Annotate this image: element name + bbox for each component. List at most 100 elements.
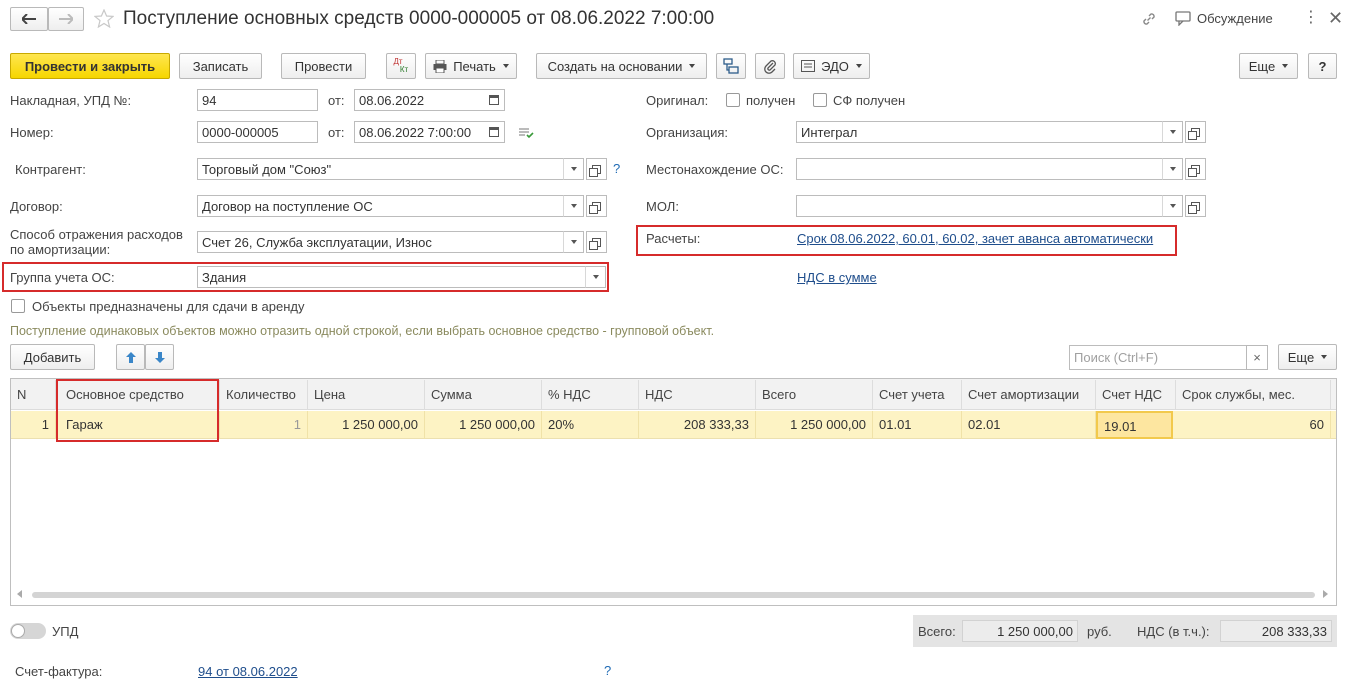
edo-label: ЭДО [821,58,849,74]
organization-open-button[interactable] [1185,121,1206,143]
close-icon[interactable]: ✕ [1328,8,1343,29]
cell-amount[interactable]: 1 250 000,00 [425,411,542,439]
vat-total-value: 208 333,33 [1220,620,1332,642]
counterparty-label: Контрагент: [15,162,86,177]
expense-dropdown[interactable] [563,231,584,253]
cell-service-life[interactable]: 60 [1176,411,1331,439]
vat-total-label: НДС (в т.ч.): [1137,624,1210,639]
col-header-depreciation-account[interactable]: Счет амортизации [962,380,1096,410]
col-header-n[interactable]: N [11,380,56,410]
original-label: Оригинал: [646,93,709,108]
edo-button[interactable]: ЭДО [793,53,870,79]
chevron-down-icon [570,167,577,171]
link-icon[interactable] [1141,11,1157,27]
counterparty-open-button[interactable] [586,158,607,180]
col-header-account[interactable]: Счет учета [873,380,962,410]
sf-received-checkbox[interactable] [813,93,827,107]
group-dropdown[interactable] [585,266,606,288]
mol-open-button[interactable] [1185,195,1206,217]
more-button[interactable]: Еще [1239,53,1298,79]
number-field[interactable]: 0000-000005 [197,121,318,143]
col-header-quantity[interactable]: Количество [220,380,308,410]
col-header-vat-rate[interactable]: % НДС [542,380,639,410]
invoice-date-from-label: от: [328,93,345,108]
scroll-left-icon[interactable] [17,590,22,598]
table-more-button[interactable]: Еще [1278,344,1337,370]
help-button[interactable]: ? [1308,53,1337,79]
organization-dropdown[interactable] [1162,121,1183,143]
back-button[interactable] [10,7,48,31]
col-header-price[interactable]: Цена [308,380,425,410]
invoice-number-field[interactable]: 94 [197,89,318,111]
mol-dropdown[interactable] [1162,195,1183,217]
dt-kt-button[interactable]: Дт Кт [386,53,416,79]
calendar-button[interactable] [484,89,505,111]
forward-button[interactable] [48,7,84,31]
col-header-vat[interactable]: НДС [639,380,756,410]
upd-toggle[interactable] [10,623,46,639]
group-field[interactable]: Здания [197,266,586,288]
col-header-service-life[interactable]: Срок службы, мес. [1176,380,1331,410]
col-header-vat-account[interactable]: Счет НДС [1096,380,1176,410]
rent-checkbox[interactable] [11,299,25,313]
total-value: 1 250 000,00 [962,620,1078,642]
contract-field[interactable]: Договор на поступление ОС [197,195,564,217]
star-icon[interactable] [94,9,114,28]
invoice-footer-link[interactable]: 94 от 08.06.2022 [198,664,298,679]
number-date-from-label: от: [328,125,345,140]
create-based-on-button[interactable]: Создать на основании [536,53,707,79]
add-button[interactable]: Добавить [10,344,95,370]
invoice-date-field[interactable]: 08.06.2022 [354,89,485,111]
move-down-button[interactable] [145,344,174,370]
cell-account[interactable]: 01.01 [873,411,962,439]
number-date-field[interactable]: 08.06.2022 7:00:00 [354,121,485,143]
organization-label: Организация: [646,125,729,140]
organization-field[interactable]: Интеграл [796,121,1163,143]
more-vert-icon[interactable]: ⋮ [1303,10,1319,26]
post-and-close-button[interactable]: Провести и закрыть [10,53,170,79]
move-up-button[interactable] [116,344,145,370]
list-check-icon[interactable] [518,127,534,139]
received-checkbox[interactable] [726,93,740,107]
print-button[interactable]: Печать [425,53,517,79]
cell-vat-rate[interactable]: 20% [542,411,639,439]
location-dropdown[interactable] [1162,158,1183,180]
printer-icon [433,59,447,73]
expense-open-button[interactable] [586,231,607,253]
scroll-right-icon[interactable] [1323,590,1328,598]
location-field[interactable] [796,158,1163,180]
col-header-amount[interactable]: Сумма [425,380,542,410]
contract-open-button[interactable] [586,195,607,217]
search-clear-button[interactable]: × [1246,345,1268,370]
discussion-icon[interactable] [1175,11,1191,26]
settlements-link[interactable]: Срок 08.06.2022, 60.01, 60.02, зачет ава… [797,231,1153,246]
structure-button[interactable] [716,53,746,79]
cell-total[interactable]: 1 250 000,00 [756,411,873,439]
invoice-help[interactable]: ? [604,663,611,678]
discuss-label[interactable]: Обсуждение [1197,11,1273,26]
cell-quantity[interactable]: 1 [220,411,308,439]
post-button[interactable]: Провести [281,53,366,79]
location-open-button[interactable] [1185,158,1206,180]
col-header-total[interactable]: Всего [756,380,873,410]
cell-price[interactable]: 1 250 000,00 [308,411,425,439]
counterparty-dropdown[interactable] [563,158,584,180]
counterparty-help[interactable]: ? [613,161,620,176]
vat-in-amount-link[interactable]: НДС в сумме [797,270,877,285]
contract-dropdown[interactable] [563,195,584,217]
cell-vat-account[interactable]: 19.01 [1096,411,1173,439]
counterparty-field[interactable]: Торговый дом "Союз" [197,158,564,180]
mol-label: МОЛ: [646,199,679,214]
mol-field[interactable] [796,195,1163,217]
cell-vat[interactable]: 208 333,33 [639,411,756,439]
calendar-button[interactable] [484,121,505,143]
cell-n[interactable]: 1 [11,411,56,439]
search-input[interactable]: Поиск (Ctrl+F) [1069,345,1247,370]
attach-button[interactable] [755,53,785,79]
expense-method-field[interactable]: Счет 26, Служба эксплуатации, Износ [197,231,564,253]
open-form-icon [1188,127,1200,140]
save-button[interactable]: Записать [179,53,262,79]
number-label: Номер: [10,125,54,140]
horizontal-scrollbar[interactable] [32,592,1315,598]
cell-depreciation-account[interactable]: 02.01 [962,411,1096,439]
